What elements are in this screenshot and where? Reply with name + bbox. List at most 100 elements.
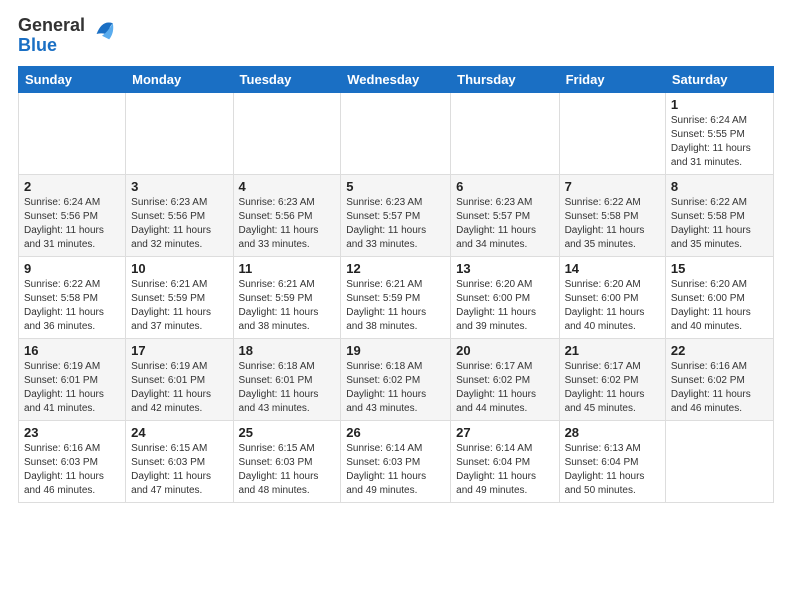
day-cell: 6 Sunrise: 6:23 AM Sunset: 5:57 PM Daylig…	[451, 174, 559, 256]
day-cell	[233, 92, 341, 174]
day-info: Sunrise: 6:20 AM Sunset: 6:00 PM Dayligh…	[456, 278, 553, 334]
day-number: 18	[239, 343, 336, 358]
week-row-2: 2 Sunrise: 6:24 AM Sunset: 5:56 PM Daylig…	[19, 174, 774, 256]
day-number: 13	[456, 261, 553, 276]
day-cell: 13 Sunrise: 6:20 AM Sunset: 6:00 PM Dayli…	[451, 256, 559, 338]
day-info: Sunrise: 6:20 AM Sunset: 6:00 PM Dayligh…	[565, 278, 660, 334]
logo: General Blue	[18, 16, 116, 56]
day-cell: 16 Sunrise: 6:19 AM Sunset: 6:01 PM Dayli…	[19, 338, 126, 420]
day-info: Sunrise: 6:16 AM Sunset: 6:02 PM Dayligh…	[671, 360, 768, 416]
day-info: Sunrise: 6:16 AM Sunset: 6:03 PM Dayligh…	[24, 442, 120, 498]
week-row-3: 9 Sunrise: 6:22 AM Sunset: 5:58 PM Daylig…	[19, 256, 774, 338]
day-info: Sunrise: 6:22 AM Sunset: 5:58 PM Dayligh…	[24, 278, 120, 334]
day-info: Sunrise: 6:14 AM Sunset: 6:03 PM Dayligh…	[346, 442, 445, 498]
day-number: 15	[671, 261, 768, 276]
day-cell: 27 Sunrise: 6:14 AM Sunset: 6:04 PM Dayli…	[451, 420, 559, 502]
day-number: 4	[239, 179, 336, 194]
day-info: Sunrise: 6:24 AM Sunset: 5:55 PM Dayligh…	[671, 114, 768, 170]
day-cell: 12Sunrise: 6:21 AM Sunset: 5:59 PM Dayli…	[341, 256, 451, 338]
day-number: 2	[24, 179, 120, 194]
day-cell: 8Sunrise: 6:22 AM Sunset: 5:58 PM Daylig…	[665, 174, 773, 256]
header: General Blue	[18, 16, 774, 56]
day-cell: 4 Sunrise: 6:23 AM Sunset: 5:56 PM Daylig…	[233, 174, 341, 256]
day-cell: 26 Sunrise: 6:14 AM Sunset: 6:03 PM Dayli…	[341, 420, 451, 502]
logo-general-label: General	[18, 16, 85, 36]
day-cell: 25 Sunrise: 6:15 AM Sunset: 6:03 PM Dayli…	[233, 420, 341, 502]
day-cell: 7Sunrise: 6:22 AM Sunset: 5:58 PM Daylig…	[559, 174, 665, 256]
day-cell	[665, 420, 773, 502]
day-info: Sunrise: 6:23 AM Sunset: 5:57 PM Dayligh…	[456, 196, 553, 252]
day-info: Sunrise: 6:18 AM Sunset: 6:01 PM Dayligh…	[239, 360, 336, 416]
day-number: 6	[456, 179, 553, 194]
day-number: 7	[565, 179, 660, 194]
weekday-header-row: SundayMondayTuesdayWednesdayThursdayFrid…	[19, 66, 774, 92]
day-cell	[19, 92, 126, 174]
day-number: 1	[671, 97, 768, 112]
day-info: Sunrise: 6:20 AM Sunset: 6:00 PM Dayligh…	[671, 278, 768, 334]
day-number: 3	[131, 179, 227, 194]
day-info: Sunrise: 6:13 AM Sunset: 6:04 PM Dayligh…	[565, 442, 660, 498]
day-cell: 20 Sunrise: 6:17 AM Sunset: 6:02 PM Dayli…	[451, 338, 559, 420]
weekday-header-thursday: Thursday	[451, 66, 559, 92]
day-cell: 9 Sunrise: 6:22 AM Sunset: 5:58 PM Daylig…	[19, 256, 126, 338]
day-info: Sunrise: 6:17 AM Sunset: 6:02 PM Dayligh…	[456, 360, 553, 416]
day-info: Sunrise: 6:23 AM Sunset: 5:56 PM Dayligh…	[239, 196, 336, 252]
day-info: Sunrise: 6:21 AM Sunset: 5:59 PM Dayligh…	[239, 278, 336, 334]
day-info: Sunrise: 6:17 AM Sunset: 6:02 PM Dayligh…	[565, 360, 660, 416]
calendar: SundayMondayTuesdayWednesdayThursdayFrid…	[18, 66, 774, 503]
week-row-1: 1 Sunrise: 6:24 AM Sunset: 5:55 PM Daylig…	[19, 92, 774, 174]
day-info: Sunrise: 6:22 AM Sunset: 5:58 PM Dayligh…	[671, 196, 768, 252]
day-number: 28	[565, 425, 660, 440]
weekday-header-tuesday: Tuesday	[233, 66, 341, 92]
day-cell	[451, 92, 559, 174]
day-number: 14	[565, 261, 660, 276]
weekday-header-sunday: Sunday	[19, 66, 126, 92]
day-cell: 11 Sunrise: 6:21 AM Sunset: 5:59 PM Dayli…	[233, 256, 341, 338]
weekday-header-saturday: Saturday	[665, 66, 773, 92]
day-cell: 24 Sunrise: 6:15 AM Sunset: 6:03 PM Dayli…	[126, 420, 233, 502]
day-info: Sunrise: 6:19 AM Sunset: 6:01 PM Dayligh…	[131, 360, 227, 416]
day-cell: 3 Sunrise: 6:23 AM Sunset: 5:56 PM Daylig…	[126, 174, 233, 256]
day-cell: 19 Sunrise: 6:18 AM Sunset: 6:02 PM Dayli…	[341, 338, 451, 420]
day-number: 10	[131, 261, 227, 276]
logo-blue-label: Blue	[18, 36, 57, 56]
day-number: 20	[456, 343, 553, 358]
day-cell: 10Sunrise: 6:21 AM Sunset: 5:59 PM Dayli…	[126, 256, 233, 338]
day-number: 5	[346, 179, 445, 194]
week-row-5: 23 Sunrise: 6:16 AM Sunset: 6:03 PM Dayli…	[19, 420, 774, 502]
week-row-4: 16 Sunrise: 6:19 AM Sunset: 6:01 PM Dayli…	[19, 338, 774, 420]
day-info: Sunrise: 6:15 AM Sunset: 6:03 PM Dayligh…	[239, 442, 336, 498]
day-info: Sunrise: 6:18 AM Sunset: 6:02 PM Dayligh…	[346, 360, 445, 416]
day-number: 25	[239, 425, 336, 440]
day-number: 17	[131, 343, 227, 358]
weekday-header-wednesday: Wednesday	[341, 66, 451, 92]
day-cell	[341, 92, 451, 174]
day-cell: 18 Sunrise: 6:18 AM Sunset: 6:01 PM Dayli…	[233, 338, 341, 420]
day-number: 11	[239, 261, 336, 276]
day-cell: 15 Sunrise: 6:20 AM Sunset: 6:00 PM Dayli…	[665, 256, 773, 338]
day-info: Sunrise: 6:15 AM Sunset: 6:03 PM Dayligh…	[131, 442, 227, 498]
day-number: 27	[456, 425, 553, 440]
weekday-header-monday: Monday	[126, 66, 233, 92]
day-number: 19	[346, 343, 445, 358]
day-number: 16	[24, 343, 120, 358]
day-info: Sunrise: 6:23 AM Sunset: 5:56 PM Dayligh…	[131, 196, 227, 252]
day-cell: 22 Sunrise: 6:16 AM Sunset: 6:02 PM Dayli…	[665, 338, 773, 420]
day-info: Sunrise: 6:19 AM Sunset: 6:01 PM Dayligh…	[24, 360, 120, 416]
day-info: Sunrise: 6:23 AM Sunset: 5:57 PM Dayligh…	[346, 196, 445, 252]
day-number: 24	[131, 425, 227, 440]
day-number: 22	[671, 343, 768, 358]
page: General Blue SundayMondayTuesdayWednesda…	[0, 0, 792, 519]
day-number: 23	[24, 425, 120, 440]
day-cell: 21Sunrise: 6:17 AM Sunset: 6:02 PM Dayli…	[559, 338, 665, 420]
day-cell	[559, 92, 665, 174]
day-info: Sunrise: 6:21 AM Sunset: 5:59 PM Dayligh…	[346, 278, 445, 334]
day-cell	[126, 92, 233, 174]
day-number: 9	[24, 261, 120, 276]
day-cell: 1 Sunrise: 6:24 AM Sunset: 5:55 PM Daylig…	[665, 92, 773, 174]
day-info: Sunrise: 6:24 AM Sunset: 5:56 PM Dayligh…	[24, 196, 120, 252]
day-info: Sunrise: 6:14 AM Sunset: 6:04 PM Dayligh…	[456, 442, 553, 498]
weekday-header-friday: Friday	[559, 66, 665, 92]
day-number: 26	[346, 425, 445, 440]
day-cell: 2 Sunrise: 6:24 AM Sunset: 5:56 PM Daylig…	[19, 174, 126, 256]
